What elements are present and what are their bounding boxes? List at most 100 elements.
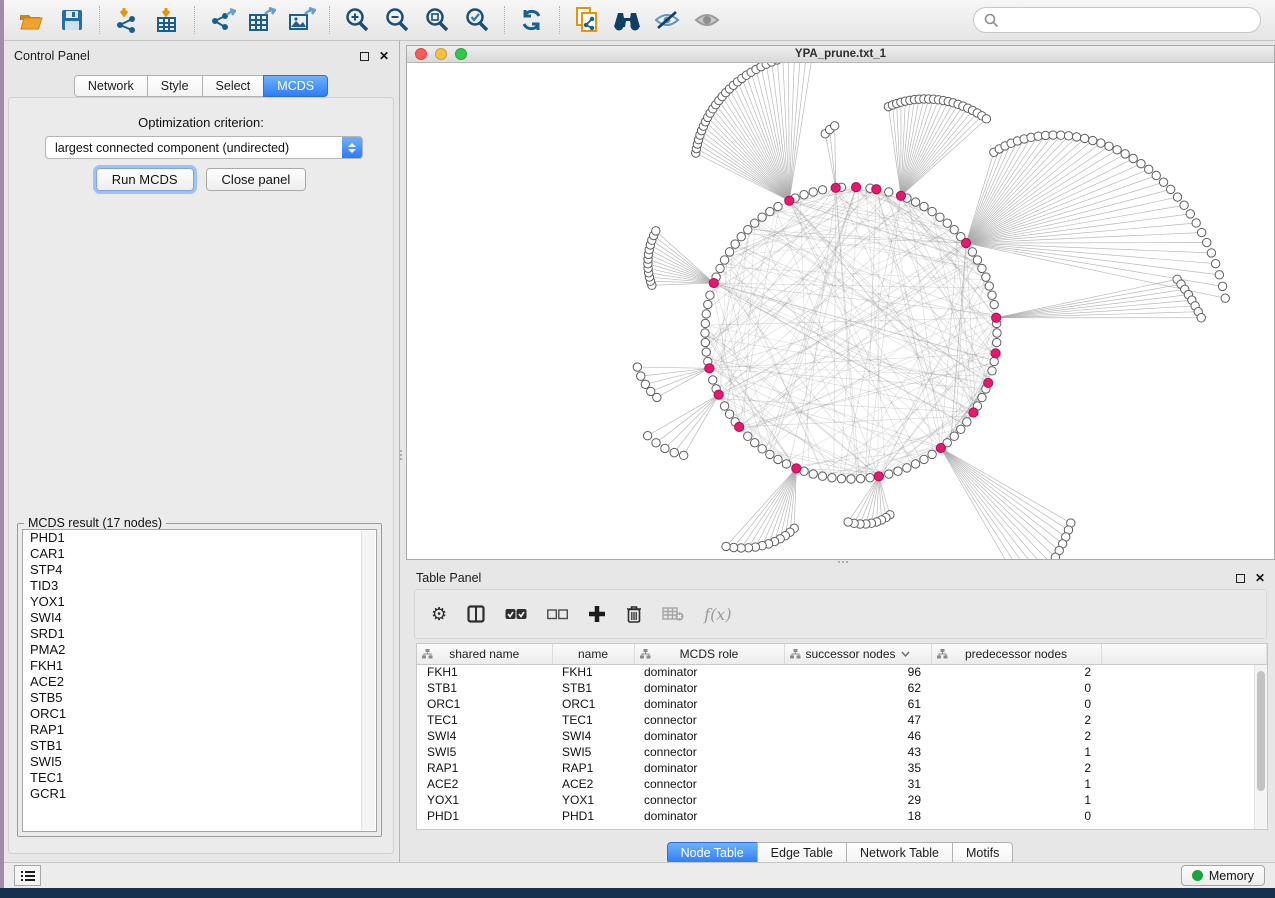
vertical-splitter-handle[interactable] [400,450,402,460]
table-row[interactable]: RAP1RAP1dominator352 [417,760,1267,776]
list-scrollbar[interactable] [361,531,375,830]
list-item[interactable]: YOX1 [23,594,376,610]
toolbar-separator [99,6,100,34]
search-box[interactable] [973,7,1261,33]
zoom-selected-button[interactable] [457,3,497,37]
list-item[interactable]: TEC1 [23,770,376,786]
hide-selected-button[interactable] [647,3,687,37]
export-image-button[interactable] [282,3,322,37]
network-graph-canvas[interactable] [407,63,1274,559]
search-icon [984,13,999,28]
close-panel-icon[interactable]: ✕ [379,52,389,61]
export-network-icon [208,7,236,33]
show-all-button[interactable] [687,3,727,37]
list-item[interactable]: RAP1 [23,722,376,738]
tab-select[interactable]: Select [202,75,265,97]
table-row[interactable]: PHD1PHD1dominator180 [417,808,1267,824]
save-icon [61,9,83,31]
table-row[interactable]: SWI5SWI5connector431 [417,744,1267,760]
zoom-in-button[interactable] [337,3,377,37]
table-row[interactable]: ORC1ORC1dominator610 [417,696,1267,712]
tab-motifs[interactable]: Motifs [952,842,1013,864]
table-scrollbar[interactable] [1254,665,1267,829]
zoom-fit-icon [424,7,450,33]
list-item[interactable]: CAR1 [23,546,376,562]
float-panel-icon[interactable] [360,52,369,61]
optimization-criterion-select[interactable]: largest connected component (undirected) [45,136,363,159]
refresh-button[interactable] [512,3,552,37]
tab-style[interactable]: Style [147,75,203,97]
search-input[interactable] [999,13,1250,27]
tab-mcds[interactable]: MCDS [263,75,328,97]
list-item[interactable]: SRD1 [23,626,376,642]
list-item[interactable]: PHD1 [23,530,376,546]
table-row[interactable]: STB1STB1dominator620 [417,680,1267,696]
table-row[interactable]: YOX1YOX1connector291 [417,792,1267,808]
column-header-mcds-role[interactable]: MCDS role [634,644,784,664]
column-header-name[interactable]: name [552,644,634,664]
settings-button[interactable]: ⚙ [431,599,447,629]
main-toolbar [4,0,1275,41]
close-panel-icon[interactable]: ✕ [1255,574,1265,583]
table-row[interactable]: TEC1TEC1connector472 [417,712,1267,728]
network-titlebar[interactable]: YPA_prune.txt_1 [407,46,1274,63]
list-item[interactable]: PMA2 [23,642,376,658]
select-all-button[interactable] [505,599,527,629]
list-item[interactable]: GCR1 [23,786,376,802]
deselect-all-button[interactable] [547,599,568,629]
list-item[interactable]: SWI5 [23,754,376,770]
export-network-button[interactable] [202,3,242,37]
import-table-button[interactable] [147,3,187,37]
list-item[interactable]: STB5 [23,690,376,706]
zoom-out-button[interactable] [377,3,417,37]
list-item[interactable]: SWI4 [23,610,376,626]
export-table-button[interactable] [242,3,282,37]
optimization-criterion-label: Optimization criterion: [9,115,393,130]
list-item[interactable]: FKH1 [23,658,376,674]
sort-descending-icon [901,651,910,657]
table-row[interactable]: ACE2ACE2connector311 [417,776,1267,792]
tab-node-table[interactable]: Node Table [667,842,758,864]
export-table-icon [248,7,276,33]
network-view-window: YPA_prune.txt_1 [406,45,1275,560]
list-item[interactable]: TID3 [23,578,376,594]
table-row[interactable]: SWI4SWI4dominator462 [417,728,1267,744]
table-panel: Table Panel ✕ ⚙ [406,563,1275,860]
list-item[interactable]: ACE2 [23,674,376,690]
clone-network-button[interactable] [567,3,607,37]
list-item[interactable]: STB1 [23,738,376,754]
find-button[interactable] [607,3,647,37]
column-header-predecessor-nodes[interactable]: predecessor nodes [931,644,1101,664]
table-row[interactable]: FKH1FKH1dominator962 [417,664,1267,680]
import-network-button[interactable] [107,3,147,37]
tab-edge-table[interactable]: Edge Table [757,842,847,864]
scrollbar-thumb[interactable] [1257,671,1265,791]
trash-icon [626,605,642,623]
add-column-button[interactable] [588,599,606,629]
mcds-result-list[interactable]: PHD1 CAR1 STP4 TID3 YOX1 SWI4 SRD1 PMA2 … [22,529,377,832]
open-file-button[interactable] [12,3,52,37]
save-session-button[interactable] [52,3,92,37]
list-item[interactable]: ORC1 [23,706,376,722]
column-layout-button[interactable] [467,599,485,629]
node-attribute-icon [937,649,948,659]
column-header-successor-nodes[interactable]: successor nodes [784,644,931,664]
column-header-shared-name[interactable]: shared name [417,644,552,664]
memory-status-icon [1192,870,1203,881]
list-item[interactable]: STP4 [23,562,376,578]
function-builder-button[interactable]: f(x) [704,599,731,629]
zoom-fit-button[interactable] [417,3,457,37]
task-history-button[interactable] [14,865,41,886]
memory-label: Memory [1209,869,1254,883]
tab-network[interactable]: Network [74,75,148,97]
refresh-icon [519,7,545,33]
tab-network-table[interactable]: Network Table [846,842,953,864]
delete-table-button[interactable] [662,599,684,629]
run-mcds-button[interactable]: Run MCDS [96,168,194,191]
float-panel-icon[interactable] [1236,574,1245,583]
selected-option: largest connected component (undirected) [46,141,342,155]
memory-button[interactable]: Memory [1181,865,1265,886]
delete-column-button[interactable] [626,599,642,629]
binoculars-icon [612,9,642,31]
close-panel-button[interactable]: Close panel [206,168,307,191]
